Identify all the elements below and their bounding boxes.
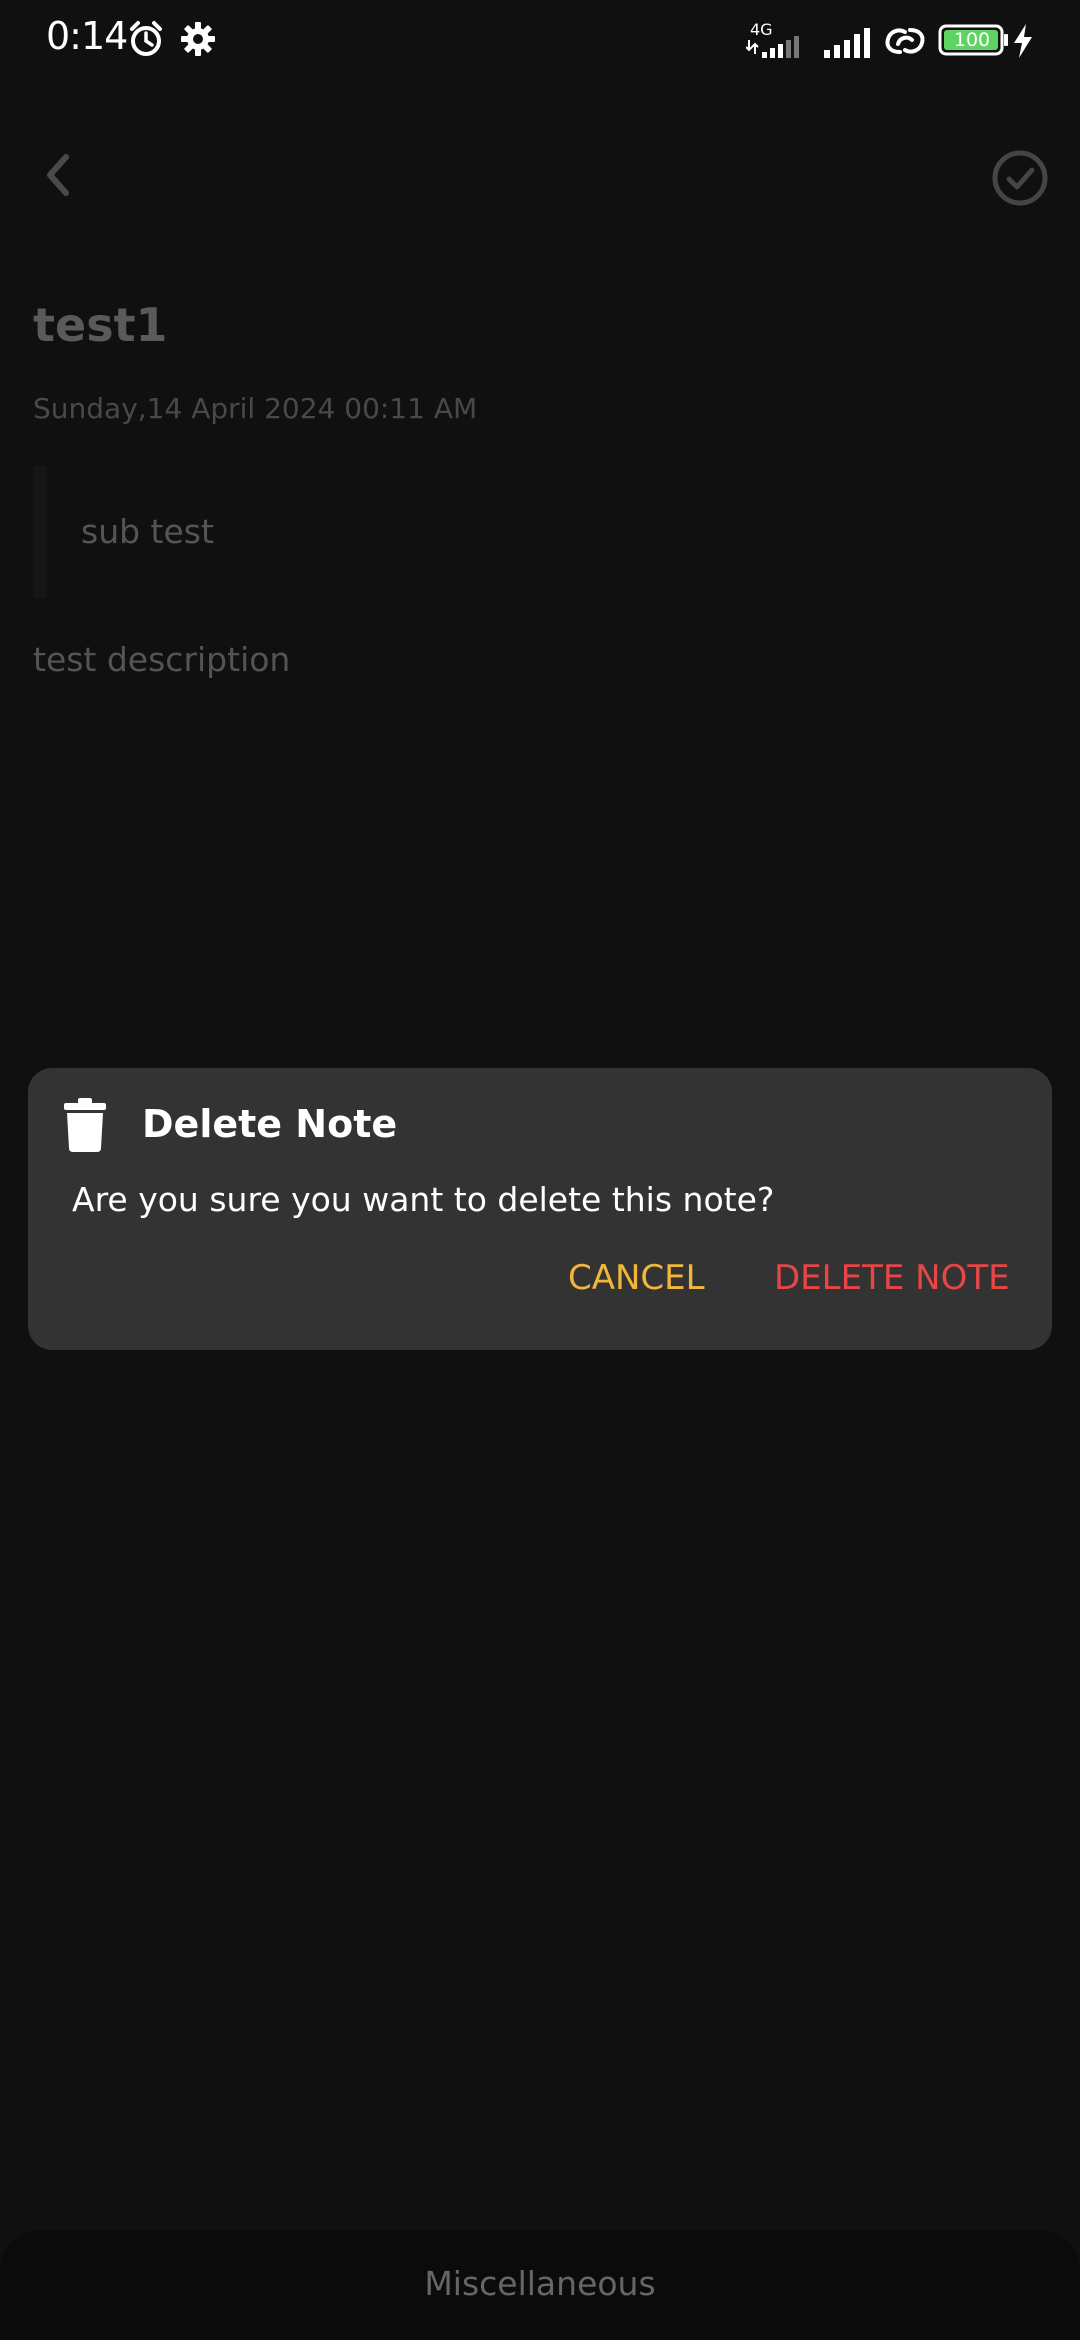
- delete-note-button[interactable]: DELETE NOTE: [774, 1258, 1010, 1298]
- signal-4g-icon: [746, 36, 799, 58]
- dialog-message: Are you sure you want to delete this not…: [72, 1180, 775, 1219]
- status-bar: 0:14 4G 100: [0, 0, 1080, 80]
- chevron-left-icon: [47, 154, 69, 196]
- note-date: Sunday,14 April 2024 00:11 AM: [33, 392, 478, 425]
- status-time: 0:14: [46, 14, 128, 58]
- back-button[interactable]: [28, 145, 88, 205]
- alarm-icon: [130, 21, 162, 56]
- dialog-title: Delete Note: [142, 1102, 398, 1146]
- save-note-button[interactable]: [990, 148, 1050, 208]
- settings-gear-icon: [181, 22, 215, 56]
- note-title[interactable]: test1: [33, 298, 168, 352]
- trash-icon: [64, 1098, 106, 1152]
- category-label: Miscellaneous: [424, 2264, 656, 2303]
- charging-icon: [1014, 24, 1032, 58]
- signal-icon: [824, 28, 870, 58]
- subtitle-accent-bar: [33, 466, 47, 598]
- battery-level: 100: [953, 29, 991, 51]
- category-bar[interactable]: Miscellaneous: [0, 2230, 1080, 2340]
- link-icon: [885, 28, 925, 54]
- screen: 0:14 4G 100 test1 Sunday,14 April 2024 0…: [0, 0, 1080, 2340]
- check-circle-icon: [992, 150, 1048, 206]
- note-description[interactable]: test description: [33, 640, 290, 679]
- cancel-button[interactable]: CANCEL: [568, 1258, 705, 1298]
- note-subtitle[interactable]: sub test: [81, 512, 214, 551]
- delete-note-dialog: Delete Note Are you sure you want to del…: [28, 1068, 1052, 1350]
